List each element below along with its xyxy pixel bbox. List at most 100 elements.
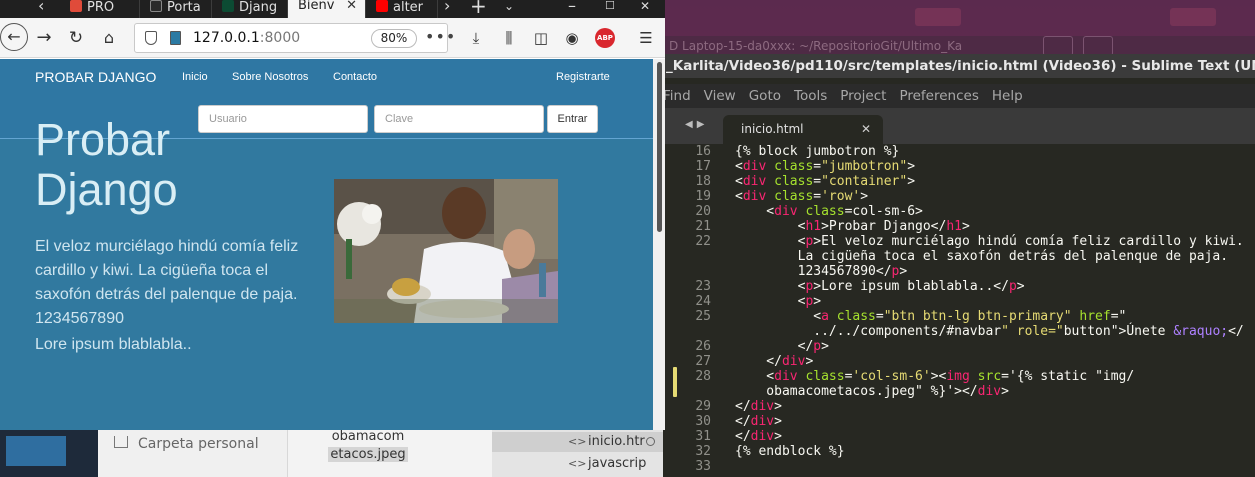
tracking-shield-icon[interactable] xyxy=(145,31,157,45)
window-close-icon[interactable]: ✕ xyxy=(640,0,650,12)
sidebar-file-label: inicio.htr xyxy=(588,434,645,449)
nav-sobre-nosotros[interactable]: Sobre Nosotros xyxy=(232,71,308,83)
terminal-search-icon[interactable] xyxy=(1043,36,1073,56)
tab-nav-arrows-icon[interactable]: ◀▶ xyxy=(685,119,708,130)
line-code: </p> xyxy=(735,339,829,354)
line-code: <div class="jumbotron"> xyxy=(735,159,916,174)
zoom-level-button[interactable]: 80% xyxy=(371,29,417,48)
code-line[interactable]: 28 <div class='col-sm-6'><img src='{% st… xyxy=(663,369,1255,384)
close-icon[interactable]: ✕ xyxy=(346,0,357,12)
menu-view[interactable]: View xyxy=(704,84,736,108)
code-line[interactable]: ../../components/#navbar" role="button">… xyxy=(663,324,1255,339)
code-line[interactable]: 22 <p>El veloz murciélago hindú comía fe… xyxy=(663,234,1255,249)
scrollbar-thumb[interactable] xyxy=(657,62,662,232)
django-favicon-icon xyxy=(222,0,234,12)
menu-goto[interactable]: Goto xyxy=(749,84,781,108)
close-icon[interactable]: ✕ xyxy=(861,115,871,144)
hamburger-menu-icon[interactable]: ☰ xyxy=(636,28,656,48)
code-line[interactable]: 16 {% block jumbotron %} xyxy=(663,144,1255,159)
code-line[interactable]: 33 xyxy=(663,459,1255,474)
home-icon[interactable]: ⌂ xyxy=(97,26,121,50)
terminal-menu-icon[interactable] xyxy=(1083,36,1113,56)
account-icon[interactable]: ◉ xyxy=(562,28,582,48)
file-item-obamacometacos[interactable]: obamacom etacos.jpeg xyxy=(325,428,411,464)
web-page: PROBAR DJANGO Inicio Sobre Nosotros Cont… xyxy=(0,59,653,430)
menu-find[interactable]: Find xyxy=(663,84,691,108)
code-line[interactable]: 26 </p> xyxy=(663,339,1255,354)
sidebar-file-inicio[interactable]: <> inicio.htr xyxy=(492,432,663,452)
url-text[interactable]: 127.0.0.1:8000 xyxy=(193,24,300,52)
maximize-icon[interactable]: ☐ xyxy=(605,0,615,12)
code-line[interactable]: 17 <div class="jumbotron"> xyxy=(663,159,1255,174)
site-brand[interactable]: PROBAR DJANGO xyxy=(35,69,156,85)
tab-inicio-html[interactable]: inicio.html ✕ xyxy=(723,115,883,144)
tab-alter[interactable]: alter xyxy=(366,0,438,18)
desktop-folder-icon[interactable] xyxy=(915,8,961,26)
code-line[interactable]: 18 <div class="container"> xyxy=(663,174,1255,189)
code-line[interactable]: 21 <h1>Probar Django</h1> xyxy=(663,219,1255,234)
menu-project[interactable]: Project xyxy=(840,84,886,108)
file-manager-sidebar: Carpeta personal xyxy=(100,428,288,477)
code-line[interactable]: 20 <div class=col-sm-6> xyxy=(663,204,1255,219)
menu-tools[interactable]: Tools xyxy=(794,84,827,108)
code-line[interactable]: obamacometacos.jpeg" %}'></div> xyxy=(663,384,1255,399)
reload-icon[interactable]: ↻ xyxy=(64,26,88,50)
code-line[interactable]: 25 <a class="btn btn-lg btn-primary" hre… xyxy=(663,309,1255,324)
code-line[interactable]: 32 {% endblock %} xyxy=(663,444,1255,459)
nav-contacto[interactable]: Contacto xyxy=(333,71,377,83)
download-icon[interactable]: ⤓ xyxy=(466,28,486,48)
minimize-icon[interactable]: – xyxy=(568,0,576,14)
sidebar-icon[interactable]: ◫ xyxy=(531,28,551,48)
back-arrow-icon[interactable]: ← xyxy=(0,23,28,51)
code-line[interactable]: La cigüeña toca el saxofón detrás del pa… xyxy=(663,249,1255,264)
new-tab-icon[interactable]: + xyxy=(470,0,487,16)
adblock-icon[interactable]: ABP xyxy=(595,28,615,48)
tab-scroll-right-icon[interactable]: › xyxy=(444,0,450,14)
code-line[interactable]: 27 </div> xyxy=(663,354,1255,369)
tab-pro[interactable]: PRO xyxy=(60,0,140,18)
tab-django[interactable]: Djang xyxy=(212,0,288,18)
line-number: 28 xyxy=(695,369,711,384)
code-line[interactable]: 19 <div class='row'> xyxy=(663,189,1255,204)
line-number: 29 xyxy=(695,399,711,414)
file-name-line2: etacos.jpeg xyxy=(328,447,408,462)
desktop-folder-icon[interactable] xyxy=(1170,8,1216,26)
menu-preferences[interactable]: Preferences xyxy=(899,84,978,108)
tab-list-chevron-down-icon[interactable]: ⌄ xyxy=(504,0,514,12)
page-info-icon[interactable] xyxy=(170,31,181,45)
code-line[interactable]: 29 </div> xyxy=(663,399,1255,414)
nav-registrarte[interactable]: Registrarte xyxy=(556,71,610,83)
line-code: <a class="btn btn-lg btn-primary" href=" xyxy=(735,309,1127,324)
tab-bienvenido[interactable]: Bienv ✕ xyxy=(288,0,366,18)
nav-inicio[interactable]: Inicio xyxy=(182,71,208,83)
sublime-menubar: Find View Goto Tools Project Preferences Help xyxy=(663,84,1255,108)
code-editor[interactable]: 16 {% block jumbotron %} 17 <div class="jum… xyxy=(663,144,1255,477)
tab-scroll-left-icon[interactable]: ‹ xyxy=(38,0,44,14)
line-number: 33 xyxy=(695,459,711,474)
line-code: {% block jumbotron %} xyxy=(735,144,900,159)
hero-title: Probar Django xyxy=(35,114,178,215)
menu-help[interactable]: Help xyxy=(992,84,1023,108)
sidebar-file-javascript[interactable]: <> javascrip xyxy=(492,454,663,474)
url-port: :8000 xyxy=(259,30,301,46)
code-line[interactable]: 31 </div> xyxy=(663,429,1255,444)
library-icon[interactable]: ⫼ xyxy=(499,28,519,48)
code-line[interactable]: 30 </div> xyxy=(663,414,1255,429)
tab-porta[interactable]: Porta xyxy=(140,0,212,18)
forward-arrow-icon[interactable]: → xyxy=(32,26,56,50)
line-code: <div class=col-sm-6> xyxy=(735,204,923,219)
url-bar[interactable]: 127.0.0.1:8000 80% ••• xyxy=(134,23,455,53)
sidebar-item-home[interactable]: Carpeta personal xyxy=(138,436,259,452)
code-line[interactable]: 1234567890</p> xyxy=(663,264,1255,279)
code-line[interactable]: 24 <p> xyxy=(663,294,1255,309)
code-line[interactable]: 23 <p>Lore ipsum blablabla..</p> xyxy=(663,279,1255,294)
login-button[interactable]: Entrar xyxy=(547,105,598,133)
tab-label: PRO xyxy=(87,0,115,15)
line-code: {% endblock %} xyxy=(735,444,845,459)
desktop-thumbnail xyxy=(0,428,98,477)
page-actions-menu-icon[interactable]: ••• xyxy=(425,24,456,50)
line-number xyxy=(663,264,711,279)
password-input[interactable]: Clave xyxy=(374,105,544,133)
sublime-title: _Karlita/Video36/pd110/src/templates/ini… xyxy=(663,54,1255,78)
